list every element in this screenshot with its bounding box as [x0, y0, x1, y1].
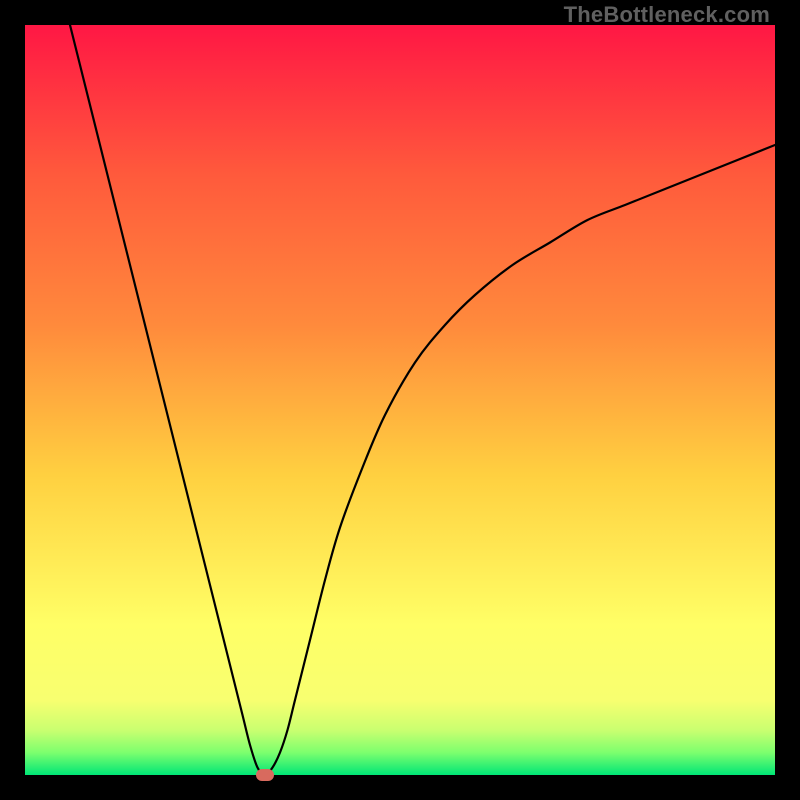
chart-background — [25, 25, 775, 775]
chart-svg — [25, 25, 775, 775]
optimal-point-marker — [256, 769, 274, 781]
chart-frame — [25, 25, 775, 775]
